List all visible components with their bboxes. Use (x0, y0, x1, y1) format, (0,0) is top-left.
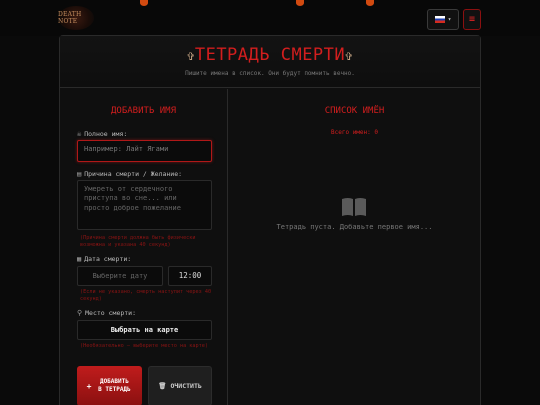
date-label-text: Дата смерти: (84, 255, 132, 263)
cross-icon: ✞ (187, 49, 195, 63)
menu-button[interactable]: ≡ (463, 9, 481, 30)
name-placeholder: Например: Лайт Ягами (84, 145, 169, 153)
clear-button-label: ОЧИСТИТЬ (170, 382, 202, 390)
cross-icon: ✞ (345, 49, 353, 63)
flame-decoration (140, 0, 148, 6)
name-label-text: Полное имя: (84, 130, 128, 138)
trash-icon: 🗑 (158, 382, 167, 390)
book-icon (342, 198, 366, 216)
add-name-panel: ДОБАВИТЬ ИМЯ ☠ Полное имя: Например: Лай… (60, 89, 228, 405)
names-list-title: СПИСОК ИМЁН (324, 106, 385, 116)
page-subtitle: Пишите имена в список. Они будут помнить… (185, 70, 355, 77)
names-count: Всего имен: 0 (331, 129, 378, 136)
date-input[interactable]: Выберите дату (77, 266, 163, 286)
add-button-label: ДОБАВИТЬ В ТЕТРАДЬ (98, 377, 131, 393)
clear-button[interactable]: 🗑 ОЧИСТИТЬ (148, 366, 212, 405)
select-on-map-button[interactable]: Выбрать на карте (77, 320, 212, 340)
russian-flag-icon (434, 16, 445, 23)
cause-textarea[interactable]: Умереть от сердечного приступа во сне...… (77, 180, 212, 230)
time-input[interactable]: 12:00 (168, 266, 212, 286)
hamburger-icon: ≡ (468, 14, 476, 25)
plus-icon: + (86, 381, 92, 391)
place-label: ⚲ Место смерти: (77, 309, 136, 317)
top-navbar: DEATH NOTE ▾ ≡ (0, 0, 540, 36)
cause-label-text: Причина смерти / Желание: (84, 170, 183, 178)
flame-decoration (296, 0, 304, 6)
add-name-title: ДОБАВИТЬ ИМЯ (110, 106, 177, 116)
note-icon: ▤ (77, 170, 82, 178)
language-selector[interactable]: ▾ (427, 9, 459, 30)
name-label: ☠ Полное имя: (77, 130, 127, 138)
logo[interactable]: DEATH NOTE (58, 6, 94, 30)
page-title-text: ТЕТРАДЬ СМЕРТИ (194, 45, 346, 65)
names-list-panel: СПИСОК ИМЁН Всего имен: 0 Тетрадь пуста.… (229, 89, 480, 405)
cause-hint: (Причина смерти должна быть физически во… (80, 235, 196, 249)
page-title: ✞ТЕТРАДЬ СМЕРТИ✞ (60, 45, 480, 65)
map-pin-icon: ⚲ (77, 309, 83, 317)
notebook-header: ✞ТЕТРАДЬ СМЕРТИ✞ Пишите имена в список. … (60, 36, 480, 88)
cause-placeholder: Умереть от сердечного приступа во сне...… (84, 185, 181, 212)
chevron-down-icon: ▾ (447, 16, 452, 23)
skull-icon: ☠ (77, 130, 82, 138)
notebook-card: ✞ТЕТРАДЬ СМЕРТИ✞ Пишите имена в список. … (59, 35, 481, 405)
date-time-row: Выберите дату 12:00 (77, 266, 212, 286)
flame-decoration (366, 0, 374, 6)
empty-list-message: Тетрадь пуста. Добавьте первое имя... (276, 223, 433, 231)
calendar-icon: ▦ (77, 255, 82, 263)
add-to-notebook-button[interactable]: + ДОБАВИТЬ В ТЕТРАДЬ (77, 366, 142, 405)
name-input[interactable]: Например: Лайт Ягами (77, 140, 212, 162)
place-label-text: Место смерти: (85, 309, 137, 317)
place-hint: (Необязательно — выберите место на карте… (80, 343, 209, 349)
date-label: ▦ Дата смерти: (77, 255, 131, 263)
cause-label: ▤ Причина смерти / Желание: (77, 170, 182, 178)
date-hint: (Если не указано, смерть наступит через … (80, 289, 212, 303)
